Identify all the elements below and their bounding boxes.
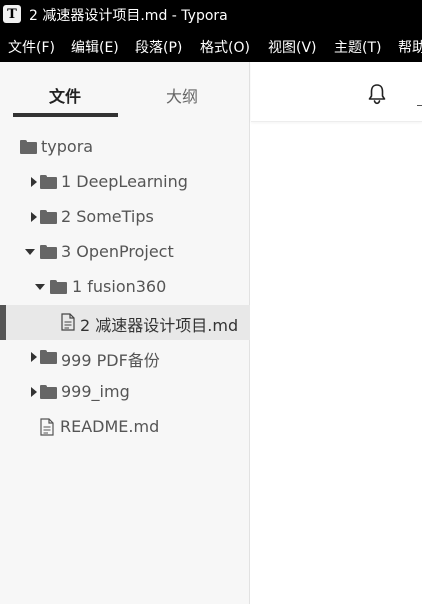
caret-right-icon[interactable] [31,177,37,187]
tree-item-label: typora [41,137,94,156]
folder-icon [50,280,67,294]
menu-theme[interactable]: 主题(T) [334,37,381,57]
tree-item-label: 1 fusion360 [72,277,167,296]
menu-view[interactable]: 视图(V) [268,37,317,57]
folder-icon [40,210,57,224]
caret-right-icon[interactable] [31,352,37,362]
title-bar: T 2 减速器设计项目.md - Typora [0,0,422,30]
folder-icon [40,175,57,189]
selection-indicator [0,305,6,340]
tree-folder-pdf-backup[interactable]: 999 PDF备份 [0,340,250,375]
toolbar-separator [417,105,422,106]
tree-folder-typora[interactable]: typora [0,130,250,165]
tree-item-label: 2 减速器设计项目.md [80,316,239,335]
editor-toolbar [251,62,422,122]
tree-item-label: README.md [60,417,160,436]
folder-icon [20,140,37,154]
caret-down-icon[interactable] [35,284,45,290]
file-icon [61,313,75,331]
typora-app-icon: T [3,5,21,23]
folder-icon [40,350,57,364]
menu-format[interactable]: 格式(O) [200,37,250,57]
folder-icon [40,385,57,399]
tree-folder-img[interactable]: 999_img [0,375,250,410]
tree-folder-deeplearning[interactable]: 1 DeepLearning [0,165,250,200]
tree-item-label: 1 DeepLearning [61,172,188,191]
caret-right-icon[interactable] [31,212,37,222]
caret-right-icon[interactable] [31,387,37,397]
menu-bar: 文件(F) 编辑(E) 段落(P) 格式(O) 视图(V) 主题(T) 帮助 [0,30,422,62]
editor-area[interactable] [251,62,422,604]
window-title: 2 减速器设计项目.md - Typora [29,8,228,24]
sidebar: 文件 大纲 typora 1 DeepLearning 2 SomeTips 3… [0,62,250,604]
tree-item-label: 999 PDF备份 [61,351,160,370]
menu-paragraph[interactable]: 段落(P) [135,37,182,57]
bell-icon[interactable] [367,83,387,105]
tree-folder-fusion360[interactable]: 1 fusion360 [0,270,250,305]
tab-files[interactable]: 文件 [49,83,81,107]
menu-help[interactable]: 帮助 [398,37,422,57]
tree-file-readme[interactable]: README.md [0,410,250,445]
tree-folder-sometips[interactable]: 2 SomeTips [0,200,250,235]
tab-outline[interactable]: 大纲 [166,83,198,107]
menu-edit[interactable]: 编辑(E) [71,37,119,57]
tree-folder-openproject[interactable]: 3 OpenProject [0,235,250,270]
file-icon [40,418,54,436]
caret-down-icon[interactable] [25,249,35,255]
sidebar-tabs: 文件 大纲 [0,62,250,120]
folder-icon [40,245,57,259]
tree-item-label: 3 OpenProject [61,242,174,261]
tree-item-label: 999_img [61,382,130,401]
menu-file[interactable]: 文件(F) [8,37,55,57]
tree-file-selected[interactable]: 2 减速器设计项目.md [0,305,250,340]
tree-item-label: 2 SomeTips [61,207,154,226]
active-tab-indicator [13,113,118,117]
